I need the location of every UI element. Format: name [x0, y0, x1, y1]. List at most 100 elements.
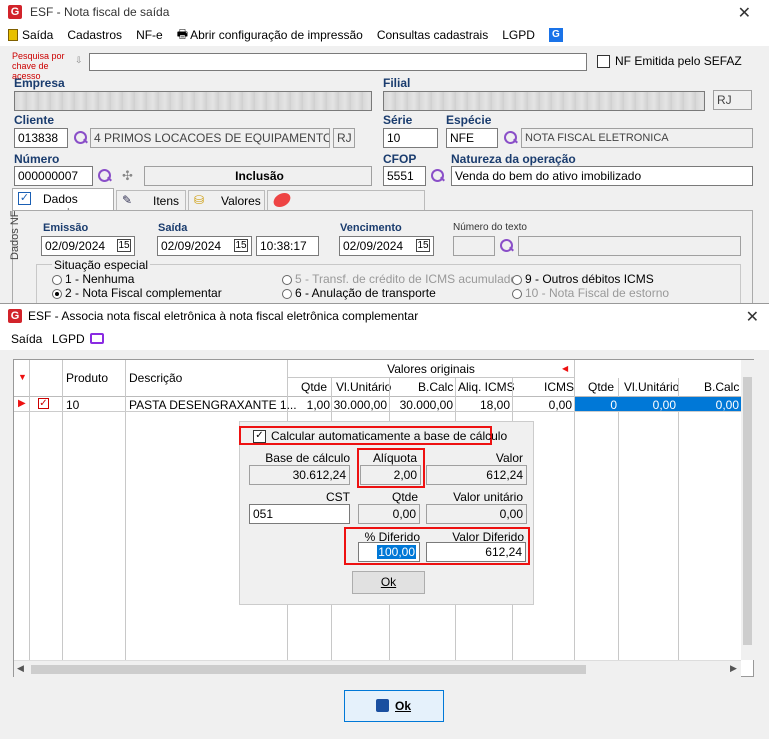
perc-diferido-input[interactable]: 100,00 [358, 542, 420, 562]
sit-radio-2[interactable]: 2 - Nota Fiscal complementar [52, 286, 222, 300]
sit-1-label: 1 - Nenhuma [65, 272, 135, 286]
numero-texto-input[interactable] [453, 236, 495, 256]
pin-icon: ⇩ [75, 55, 83, 65]
exit-door-icon [8, 29, 18, 41]
pesquisa-input[interactable] [89, 53, 587, 71]
filial-label: Filial [383, 76, 411, 90]
sit-6-label: 6 - Anulação de transporte [295, 286, 436, 300]
main-titlebar: G ESF - Nota fiscal de saída ✕ [0, 0, 769, 24]
tab-itens[interactable]: ✎ Itens [116, 190, 186, 210]
row-checkbox[interactable]: ✓ [38, 398, 49, 409]
scroll-right-icon[interactable]: ▶ [730, 663, 737, 674]
col-qtde[interactable]: Qtde [301, 380, 327, 394]
tab-valores-label: Valores [221, 194, 261, 208]
cell-qtde: 1,00 [306, 398, 330, 412]
col-icms[interactable]: ICMS [544, 380, 574, 394]
serie-input[interactable]: 10 [383, 128, 438, 148]
printer-icon: 🖶 [176, 26, 189, 41]
nf-sefaz-label: NF Emitida pelo SEFAZ [615, 54, 742, 68]
side-label: Dados NF [9, 210, 21, 260]
qtde-value: 0,00 [358, 504, 420, 524]
texto-search-icon[interactable] [500, 239, 514, 253]
base-label: Base de cálculo [265, 451, 350, 465]
horizontal-scrollbar[interactable]: ◀ ▶ [14, 660, 741, 677]
col-new-b-calc[interactable]: B.Calc [704, 380, 739, 394]
cell-new-vl-unitario[interactable]: 0,00 [619, 398, 676, 412]
cell-new-b-calc[interactable]: 0,00 [679, 398, 739, 412]
col-descricao[interactable]: Descrição [129, 371, 182, 385]
calendar-icon[interactable]: 15 [234, 239, 248, 252]
col-vl-unitario[interactable]: Vl.Unitário [336, 380, 391, 394]
perc-diferido-value: 100,00 [377, 545, 416, 559]
valor-diferido-input[interactable]: 612,24 [426, 542, 526, 562]
tab-dados-gerais[interactable]: ✓ Dados gerais [12, 188, 114, 220]
cell-vl-unitario: 30.000,00 [333, 398, 387, 412]
cfop-label: CFOP [383, 152, 417, 166]
empresa-select[interactable] [14, 91, 372, 111]
tab-itens-label: Itens [153, 194, 180, 208]
menu-lgpd[interactable]: LGPD [502, 28, 535, 42]
icms-popup: ✓ Calcular automaticamente a base de cál… [239, 421, 534, 605]
cst-input[interactable]: 051 [249, 504, 350, 524]
cell-new-qtde[interactable]: 0 [575, 398, 617, 412]
cliente-search-icon[interactable] [74, 131, 88, 145]
table-row[interactable]: ▶ ✓ 10 PASTA DESENGRAXANTE 1... 1,00 30.… [14, 397, 741, 412]
dialog-menu-saida[interactable]: Saída [11, 332, 42, 346]
popup-ok-button[interactable]: Ok [352, 571, 425, 594]
numero-search-icon[interactable] [98, 169, 112, 183]
col-aliq-icms[interactable]: Aliq. ICMS [458, 380, 515, 394]
col-new-qtde[interactable]: Qtde [588, 380, 614, 394]
sit-radio-6[interactable]: 6 - Anulação de transporte [282, 286, 436, 300]
main-window-title: ESF - Nota fiscal de saída [30, 5, 170, 19]
close-icon[interactable]: ✕ [738, 3, 751, 23]
cliente-name: 4 PRIMOS LOCACOES DE EQUIPAMENTOS LTI [90, 128, 330, 148]
monitor-icon[interactable] [90, 333, 104, 344]
calendar-icon[interactable]: 15 [416, 239, 430, 252]
natureza-input[interactable]: Venda do bem do ativo imobilizado [451, 166, 753, 186]
lgpd-g-icon[interactable]: G [548, 28, 563, 42]
sit-radio-1[interactable]: 1 - Nenhuma [52, 272, 134, 286]
numero-input[interactable]: 000000007 [14, 166, 93, 186]
numero-label: Número [14, 152, 60, 166]
vertical-scrollbar[interactable] [741, 360, 754, 660]
especie-label: Espécie [446, 113, 492, 127]
cfop-search-icon[interactable] [431, 169, 445, 183]
saida-label: Saída [158, 222, 188, 234]
status-field: Inclusão [144, 166, 372, 186]
tab-extra[interactable] [267, 190, 425, 210]
especie-input[interactable]: NFE [446, 128, 498, 148]
cell-produto: 10 [66, 398, 80, 412]
nf-sefaz-checkbox[interactable] [597, 55, 610, 68]
hscroll-thumb[interactable] [31, 665, 586, 674]
coins-icon: ⛁ [194, 193, 205, 207]
filial-select[interactable] [383, 91, 705, 111]
cliente-code-input[interactable]: 013838 [14, 128, 68, 148]
sit-radio-5[interactable]: 5 - Transf. de crédito de ICMS acumulado [282, 272, 517, 286]
calendar-icon[interactable]: 15 [117, 239, 131, 252]
especie-search-icon[interactable] [504, 131, 518, 145]
tab-valores[interactable]: ⛁ Valores [188, 190, 265, 210]
saida-time-input[interactable]: 10:38:17 [256, 236, 319, 256]
filial-uf: RJ [713, 90, 752, 110]
dialog-menu-lgpd[interactable]: LGPD [52, 332, 85, 346]
cfop-input[interactable]: 5551 [383, 166, 426, 186]
scroll-thumb[interactable] [743, 377, 752, 645]
dialog-close-icon[interactable]: ✕ [746, 307, 759, 327]
menu-abrir-config[interactable]: Abrir configuração de impressão [190, 28, 363, 42]
dialog-ok-button[interactable]: Ok [344, 690, 444, 722]
col-b-calc[interactable]: B.Calc [418, 380, 453, 394]
valor-unit-value: 0,00 [426, 504, 527, 524]
col-new-vl-unitario[interactable]: Vl.Unitário [624, 380, 679, 394]
auto-calc-checkbox[interactable]: ✓ [253, 430, 266, 443]
sit-radio-10[interactable]: 10 - Nota Fiscal de estorno [512, 286, 669, 300]
sit-radio-9[interactable]: 9 - Outros débitos ICMS [512, 272, 654, 286]
menu-saida[interactable]: Saída [22, 28, 53, 42]
numero-texto-label: Número do texto [453, 222, 527, 233]
scroll-left-icon[interactable]: ◀ [17, 663, 24, 674]
app-logo-icon: G [8, 5, 22, 19]
plus-icon[interactable]: ✣ [122, 168, 133, 184]
menu-consultas[interactable]: Consultas cadastrais [377, 28, 488, 42]
col-produto[interactable]: Produto [66, 371, 108, 385]
menu-cadastros[interactable]: Cadastros [67, 28, 122, 42]
menu-nfe[interactable]: NF-e [136, 28, 163, 42]
